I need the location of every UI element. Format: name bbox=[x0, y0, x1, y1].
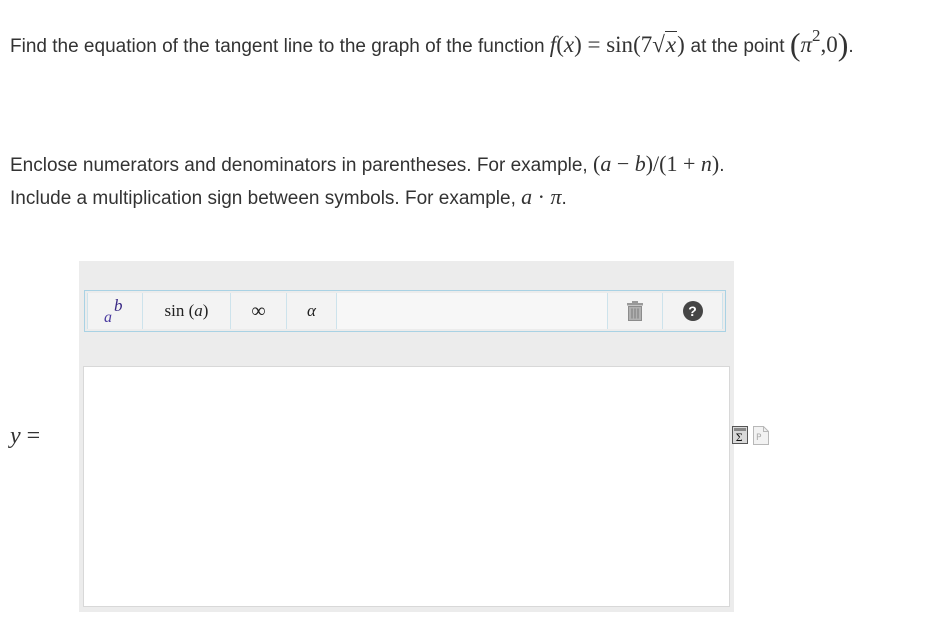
function-definition: f(x) = sin(7√x) bbox=[549, 31, 691, 57]
clear-button[interactable] bbox=[607, 293, 663, 329]
question-prefix: Find the equation of the tangent line to… bbox=[10, 36, 545, 57]
text-mode-icon[interactable]: P bbox=[753, 426, 769, 445]
question-mid: at the point bbox=[690, 36, 785, 57]
instruction-line-1: Enclose numerators and denominators in p… bbox=[10, 151, 725, 176]
superscript-icon: b a bbox=[104, 296, 123, 326]
toolbar-spacer bbox=[337, 293, 607, 329]
superscript-button[interactable]: b a bbox=[87, 293, 143, 329]
infinity-button[interactable]: ∞ bbox=[231, 293, 287, 329]
svg-text:Σ: Σ bbox=[736, 433, 743, 444]
multiplication-example: a · π bbox=[521, 184, 562, 209]
math-toolbar: b a sin (a) ∞ α ? bbox=[84, 290, 726, 332]
instructions: Enclose numerators and denominators in p… bbox=[10, 148, 930, 214]
answer-label: y = bbox=[10, 423, 41, 449]
trash-icon bbox=[627, 301, 643, 321]
tangent-point: (π2,0) bbox=[789, 26, 849, 62]
parentheses-example: (a − b)/(1 + n) bbox=[592, 151, 720, 176]
help-icon: ? bbox=[682, 301, 703, 321]
side-icons: Σ P bbox=[732, 426, 769, 445]
greek-alpha-button[interactable]: α bbox=[287, 293, 337, 329]
help-button[interactable]: ? bbox=[663, 293, 723, 329]
equation-editor-icon[interactable]: Σ bbox=[732, 426, 749, 445]
question-text: Find the equation of the tangent line to… bbox=[10, 26, 854, 62]
answer-input[interactable] bbox=[83, 366, 730, 607]
instruction-line-2: Include a multiplication sign between sy… bbox=[10, 184, 567, 209]
sin-button[interactable]: sin (a) bbox=[143, 293, 231, 329]
svg-text:P: P bbox=[756, 433, 762, 443]
